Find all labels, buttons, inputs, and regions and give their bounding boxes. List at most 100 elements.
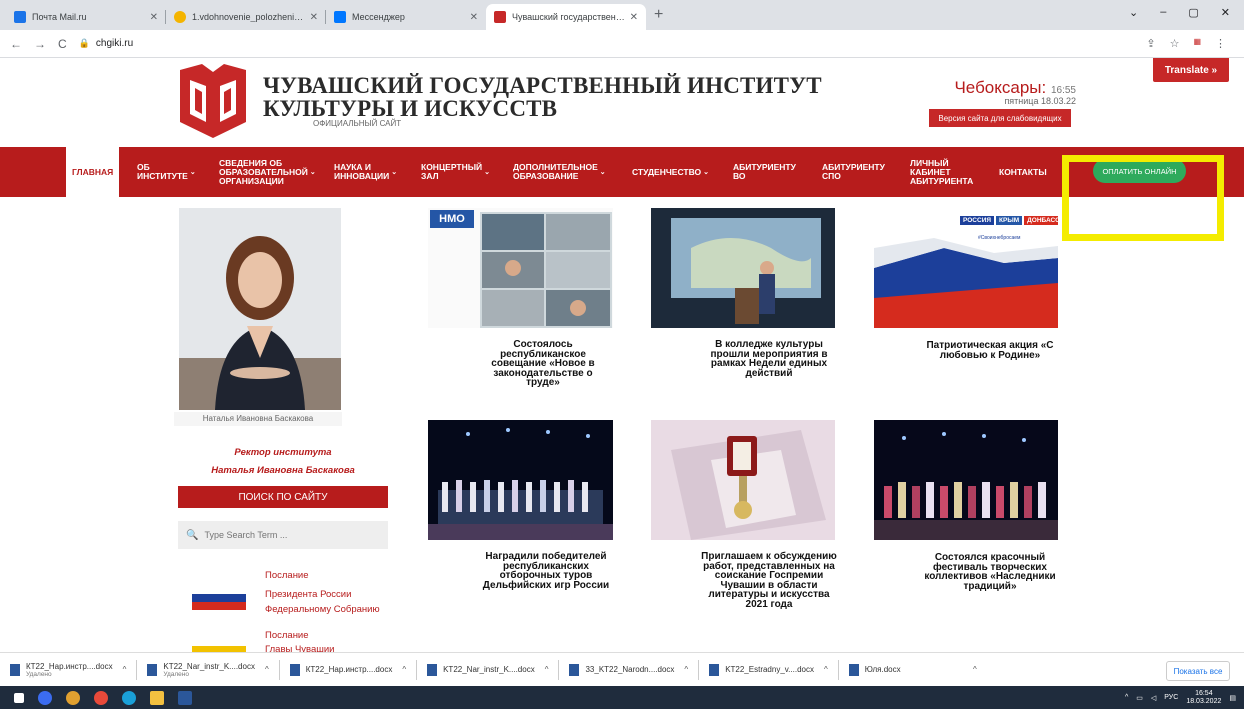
news-title-5[interactable]: Приглашаем к обсуждению работ, представл… xyxy=(699,552,839,610)
volume-icon[interactable]: ◁ xyxy=(1151,694,1156,702)
chevron-up-icon[interactable]: ^ xyxy=(824,665,828,674)
tab-document[interactable]: 1.vdohnovenie_polozhenie_2022 ✕ xyxy=(166,4,326,30)
close-window-icon[interactable]: ✕ xyxy=(1221,6,1230,19)
network-icon[interactable]: ▭ xyxy=(1136,694,1143,702)
yandex-icon[interactable] xyxy=(94,690,108,705)
head-message-link-2[interactable]: Главы Чувашии xyxy=(265,644,335,652)
chevron-up-icon[interactable]: ^ xyxy=(402,665,406,674)
nav-contacts[interactable]: КОНТАКТЫ xyxy=(999,147,1047,197)
minimize-icon[interactable]: – xyxy=(1160,6,1166,18)
download-item[interactable]: KT22_Nar_instr_K....docx ^ xyxy=(417,653,558,687)
nav-applicants-vo[interactable]: АБИТУРИЕНТУ ВО xyxy=(733,147,796,197)
institute-logo[interactable] xyxy=(180,64,246,138)
browser-icon[interactable] xyxy=(38,690,52,705)
menu-icon[interactable]: ⋮ xyxy=(1215,37,1226,50)
maximize-icon[interactable]: ▢ xyxy=(1188,6,1198,19)
site-title[interactable]: ЧУВАШСКИЙ ГОСУДАРСТВЕННЫЙ ИНСТИТУТ КУЛЬТ… xyxy=(263,74,822,120)
language-indicator[interactable]: РУС xyxy=(1164,694,1178,701)
word-doc-icon xyxy=(848,663,859,676)
news-title-3[interactable]: Патриотическая акция «С любовью к Родине… xyxy=(922,341,1058,361)
chevron-down-icon: ⌄ xyxy=(391,168,398,176)
news-title-2[interactable]: В колледже культуры прошли мероприятия в… xyxy=(702,340,836,379)
new-tab-button[interactable]: + xyxy=(654,6,663,24)
head-message-link-1[interactable]: Послание xyxy=(265,630,309,641)
president-message-link-2[interactable]: Президента России xyxy=(265,589,351,600)
chevron-down-icon: ⌄ xyxy=(484,168,491,176)
medal-award-image xyxy=(651,420,835,540)
news-image-6[interactable] xyxy=(874,420,1058,540)
download-item[interactable]: КТ22_Нар.инстр....docx ^ xyxy=(280,653,416,687)
chevron-up-icon[interactable]: ^ xyxy=(1125,694,1128,701)
windows-taskbar: ^ ▭ ◁ РУС 16:54 18.03.2022 ▤ xyxy=(0,686,1244,709)
news-title-4[interactable]: Наградили победителей республиканских от… xyxy=(476,552,616,591)
reload-icon[interactable]: C xyxy=(58,37,67,51)
close-icon[interactable]: ✕ xyxy=(470,12,478,23)
nav-applicants-spo[interactable]: АБИТУРИЕНТУ СПО xyxy=(822,147,885,197)
show-all-downloads-button[interactable]: Показать все xyxy=(1166,661,1230,681)
news-image-4[interactable] xyxy=(428,420,613,540)
nav-concert-hall[interactable]: КОНЦЕРТНЫЙ ЗАЛ ⌄ xyxy=(421,147,490,197)
bookmark-star-icon[interactable]: ☆ xyxy=(1170,37,1180,50)
nmo-badge: НМО xyxy=(430,210,474,228)
tab-chgiki[interactable]: Чувашский государственный ин ✕ xyxy=(486,4,646,30)
tab-search-icon[interactable]: ⌄ xyxy=(1129,6,1138,19)
rector-photo[interactable] xyxy=(179,208,341,410)
stage-speaker-image xyxy=(651,208,835,328)
close-icon[interactable]: ✕ xyxy=(630,12,638,23)
edge-icon[interactable] xyxy=(122,690,136,705)
russia-flag-banner-image xyxy=(874,208,1058,328)
download-item[interactable]: КТ22_Нар.инстр....docx Удалено ^ xyxy=(0,653,136,687)
translate-button[interactable]: Translate » xyxy=(1153,58,1229,82)
windows-start-icon[interactable] xyxy=(14,692,24,703)
file-explorer-icon[interactable] xyxy=(150,690,164,705)
news-image-3[interactable]: РОССИЯ КРЫМ ДОНБАСС #Своихнебросаем xyxy=(874,208,1058,328)
word-doc-icon xyxy=(10,663,20,676)
news-image-1[interactable]: НМО xyxy=(428,208,613,328)
low-vision-button[interactable]: Версия сайта для слабовидящих xyxy=(929,109,1071,127)
nav-science[interactable]: НАУКА И ИННОВАЦИИ ⌄ xyxy=(334,147,397,197)
search-input[interactable] xyxy=(204,530,385,540)
chevron-up-icon[interactable]: ^ xyxy=(123,665,127,674)
tab-mail[interactable]: Почта Mail.ru ✕ xyxy=(6,4,166,30)
chevron-up-icon[interactable]: ^ xyxy=(545,665,549,674)
notifications-icon[interactable]: ▤ xyxy=(1229,694,1236,702)
nav-applicant-cabinet[interactable]: ЛИЧНЫЙ КАБИНЕТ АБИТУРИЕНТА xyxy=(910,147,973,197)
system-clock[interactable]: 16:54 18.03.2022 xyxy=(1186,690,1221,706)
nav-about[interactable]: ОБ ИНСТИТУТЕ ⌄ xyxy=(137,147,196,197)
extension-icon[interactable]: ▦ xyxy=(1193,37,1201,50)
search-box[interactable]: 🔍 xyxy=(178,521,388,549)
address-input[interactable]: chgiki.ru xyxy=(96,38,133,49)
president-message-link-3[interactable]: Федеральному Собранию xyxy=(265,604,380,615)
president-message-link-1[interactable]: Послание xyxy=(265,570,309,581)
chevron-up-icon[interactable]: ^ xyxy=(973,665,977,674)
news-image-2[interactable] xyxy=(651,208,835,328)
news-image-5[interactable] xyxy=(651,420,835,540)
nav-home[interactable]: ГЛАВНАЯ xyxy=(66,147,120,197)
clock-time: 16:55 xyxy=(1050,85,1076,96)
site-subtitle: ОФИЦИАЛЬНЫЙ САЙТ xyxy=(313,119,402,128)
patriotic-tag: #Своихнебросаем xyxy=(978,235,1021,241)
chevron-up-icon[interactable]: ^ xyxy=(684,665,688,674)
close-icon[interactable]: ✕ xyxy=(150,12,158,23)
russia-flag-image[interactable] xyxy=(192,586,246,610)
nav-students[interactable]: СТУДЕНЧЕСТВО ⌄ xyxy=(632,147,709,197)
back-icon[interactable]: ← xyxy=(10,37,22,51)
chrome-icon[interactable] xyxy=(66,690,80,705)
forward-icon[interactable]: → xyxy=(34,37,46,51)
word-icon[interactable] xyxy=(178,690,192,705)
mail-icon xyxy=(14,11,26,23)
download-item[interactable]: Юля.docx ^ xyxy=(839,653,987,687)
news-title-6[interactable]: Состоялся красочный фестиваль творческих… xyxy=(922,553,1058,592)
lock-icon[interactable]: 🔒 xyxy=(79,38,90,49)
close-icon[interactable]: ✕ xyxy=(310,12,318,23)
download-item[interactable]: KT22_Nar_instr_K....docx Удалено ^ xyxy=(137,653,278,687)
news-title-1[interactable]: Состоялось республиканское совещание «Но… xyxy=(478,340,608,388)
chevron-down-icon: ⌄ xyxy=(309,168,316,176)
download-item[interactable]: 33_KT22_Narodn....docx ^ xyxy=(559,653,698,687)
tab-messenger[interactable]: Мессенджер ✕ xyxy=(326,4,486,30)
chevron-up-icon[interactable]: ^ xyxy=(265,665,269,674)
nav-org-info[interactable]: СВЕДЕНИЯ ОБ ОБРАЗОВАТЕЛЬНОЙ ОРГАНИЗАЦИИ ⌄ xyxy=(219,147,316,197)
nav-extra-education[interactable]: ДОПОЛНИТЕЛЬНОЕ ОБРАЗОВАНИЕ ⌄ xyxy=(513,147,606,197)
share-icon[interactable]: ⇪ xyxy=(1146,37,1155,50)
download-item[interactable]: KT22_Estradny_v....docx ^ xyxy=(699,653,838,687)
